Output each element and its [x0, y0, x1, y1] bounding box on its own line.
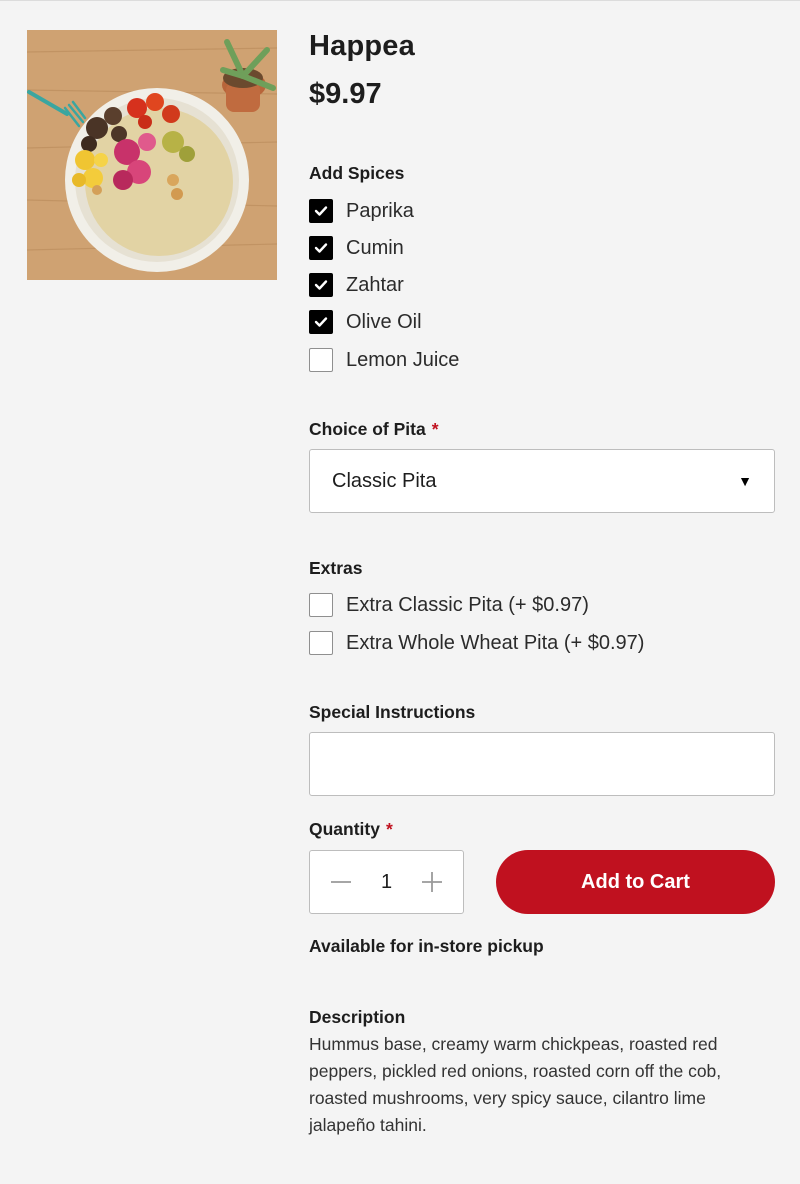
checkbox[interactable]	[309, 631, 333, 655]
extras-heading: Extras	[309, 558, 363, 578]
checkbox[interactable]	[309, 236, 333, 260]
required-marker: *	[385, 819, 393, 839]
checkmark-icon	[314, 317, 328, 327]
hummus-bowl-photo	[27, 30, 277, 280]
product-price: $9.97	[309, 78, 382, 110]
pickup-availability: Available for in-store pickup	[309, 936, 544, 956]
add-to-cart-button[interactable]: Add to Cart	[496, 850, 775, 914]
checkbox[interactable]	[309, 593, 333, 617]
top-divider	[0, 0, 800, 1]
pita-heading-label: Choice of Pita	[309, 419, 426, 439]
spice-option-zahtar[interactable]: Zahtar	[309, 271, 404, 299]
quantity-stepper[interactable]: 1	[309, 850, 464, 914]
quantity-value: 1	[380, 870, 393, 893]
spice-label: Lemon Juice	[346, 348, 460, 371]
checkbox[interactable]	[309, 348, 333, 372]
minus-icon	[331, 881, 351, 883]
description-heading: Description	[309, 1007, 406, 1027]
required-marker: *	[431, 419, 439, 439]
special-instructions-input[interactable]	[309, 732, 775, 796]
checkbox[interactable]	[309, 199, 333, 223]
spice-option-cumin[interactable]: Cumin	[309, 234, 404, 262]
extra-label: Extra Whole Wheat Pita (+ $0.97)	[346, 631, 645, 654]
decrement-button[interactable]	[328, 869, 354, 895]
dropdown-arrow-icon: ▼	[738, 473, 752, 489]
spice-option-olive-oil[interactable]: Olive Oil	[309, 308, 422, 336]
checkmark-icon	[314, 206, 328, 216]
extra-option-classic-pita[interactable]: Extra Classic Pita (+ $0.97)	[309, 591, 589, 619]
pita-selected-value: Classic Pita	[332, 469, 437, 492]
quantity-heading-label: Quantity	[309, 819, 380, 839]
plus-icon	[422, 872, 442, 892]
spices-heading: Add Spices	[309, 163, 405, 183]
instructions-heading: Special Instructions	[309, 702, 476, 722]
spice-label: Paprika	[346, 199, 414, 222]
quantity-heading: Quantity *	[309, 819, 393, 840]
checkbox[interactable]	[309, 273, 333, 297]
spice-option-lemon-juice[interactable]: Lemon Juice	[309, 346, 459, 374]
product-image	[27, 30, 277, 280]
product-title: Happea	[309, 30, 415, 62]
pita-select[interactable]: Classic Pita ▼	[309, 449, 775, 513]
description-text: Hummus base, creamy warm chickpeas, roas…	[309, 1034, 722, 1135]
checkmark-icon	[314, 280, 328, 290]
spice-label: Zahtar	[346, 273, 404, 296]
spice-option-paprika[interactable]: Paprika	[309, 197, 414, 225]
increment-button[interactable]	[419, 869, 445, 895]
pita-heading: Choice of Pita *	[309, 419, 439, 440]
checkmark-icon	[314, 243, 328, 253]
checkbox[interactable]	[309, 310, 333, 334]
extra-option-whole-wheat-pita[interactable]: Extra Whole Wheat Pita (+ $0.97)	[309, 629, 644, 657]
extra-label: Extra Classic Pita (+ $0.97)	[346, 593, 589, 616]
spice-label: Cumin	[346, 236, 404, 259]
spice-label: Olive Oil	[346, 310, 422, 333]
